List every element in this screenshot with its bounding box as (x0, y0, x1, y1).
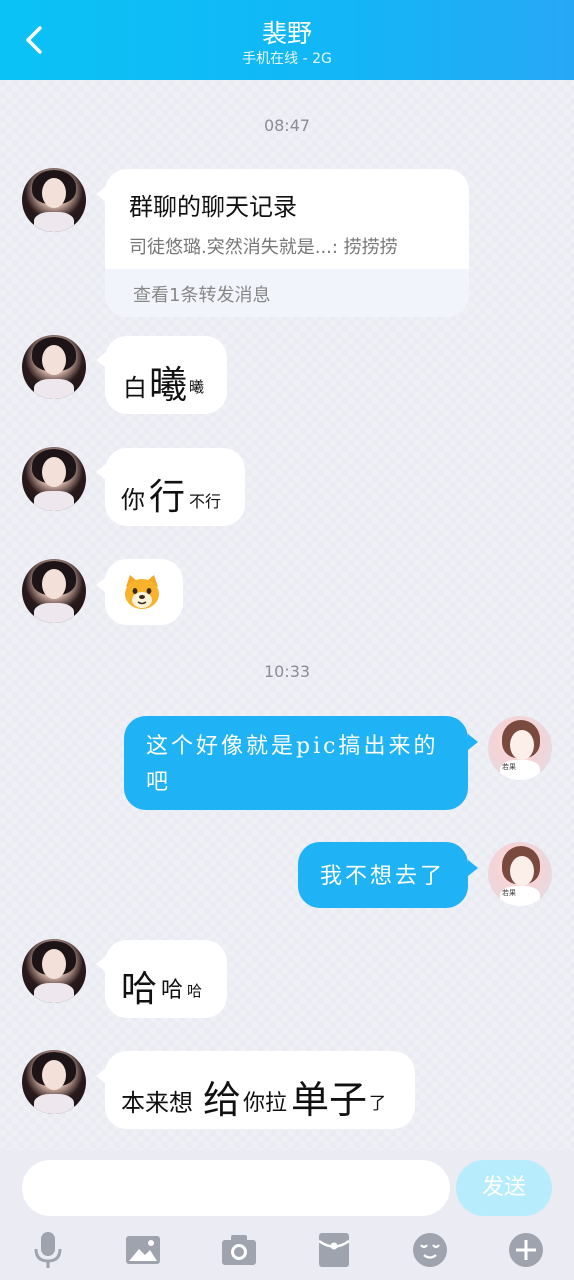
timestamp: 10:33 (263, 662, 311, 681)
contact-avatar[interactable] (22, 559, 86, 623)
self-avatar[interactable]: 若果 (488, 716, 552, 780)
mic-icon[interactable] (28, 1230, 68, 1270)
dog-emoji-icon (125, 575, 159, 609)
send-button[interactable]: 发送 (456, 1160, 552, 1216)
emoji-icon[interactable] (410, 1230, 450, 1270)
self-message-bubble[interactable]: 这个好像就是pic搞出来的 吧 (124, 716, 468, 810)
message-bubble[interactable]: 白 曦 曦 (105, 336, 227, 414)
contact-avatar[interactable] (22, 168, 86, 232)
contact-avatar[interactable] (22, 335, 86, 399)
contact-avatar[interactable] (22, 447, 86, 511)
message-bubble[interactable]: 哈 哈 哈 (105, 940, 227, 1018)
red-packet-icon[interactable] (314, 1230, 354, 1270)
message-bubble[interactable]: 你 行 不行 (105, 448, 245, 526)
chat-header: 裴野 手机在线 - 2G (0, 0, 574, 80)
self-avatar[interactable]: 若果 (488, 842, 552, 906)
forward-preview: 司徒悠璐.突然消失就是...: 捞捞捞 (129, 237, 398, 258)
self-message-bubble[interactable]: 我不想去了 (298, 842, 468, 908)
message-input[interactable] (22, 1160, 450, 1216)
message-bubble[interactable]: 本来想 给 你拉 单子 了 (105, 1051, 415, 1129)
contact-avatar[interactable] (22, 1050, 86, 1114)
contact-name[interactable]: 裴野 (0, 14, 574, 50)
forward-footer[interactable]: 查看1条转发消息 (133, 281, 270, 307)
timestamp: 08:47 (263, 116, 311, 135)
online-status: 手机在线 - 2G (242, 51, 332, 67)
forward-title: 群聊的聊天记录 (129, 193, 297, 221)
forward-card[interactable]: 群聊的聊天记录 司徒悠璐.突然消失就是...: 捞捞捞 查看1条转发消息 (105, 169, 469, 317)
plus-icon[interactable] (506, 1230, 546, 1270)
camera-icon[interactable] (219, 1230, 259, 1270)
emoji-message[interactable] (105, 559, 183, 625)
image-icon[interactable] (123, 1230, 163, 1270)
contact-avatar[interactable] (22, 939, 86, 1003)
input-toolbar (0, 1222, 574, 1280)
